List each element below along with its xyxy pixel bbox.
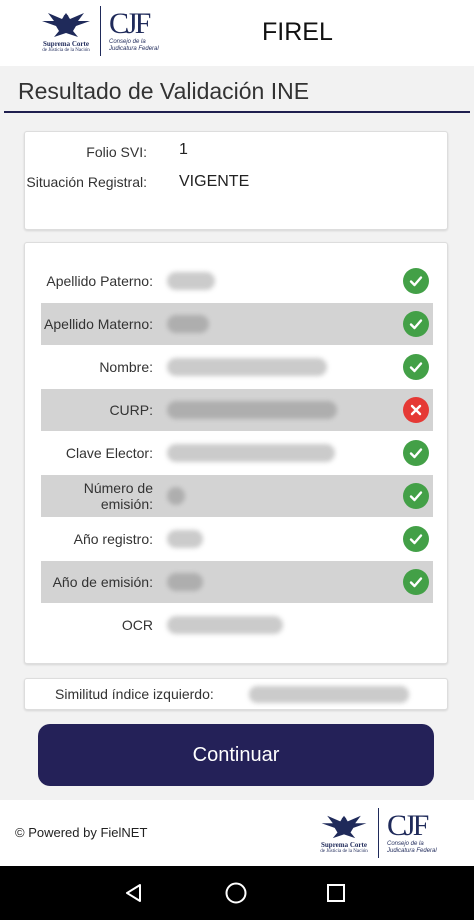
redacted-value xyxy=(167,315,209,333)
powered-by-text: © Powered by FielNET xyxy=(15,825,148,840)
folio-svi-label: Folio SVI: xyxy=(86,144,147,160)
cjf-mark: CJF xyxy=(387,809,429,842)
field-label: CURP: xyxy=(109,402,153,418)
eagle-emblem-icon xyxy=(42,12,90,37)
cjf-logo: CJF Consejo de la Judicatura Federal xyxy=(109,9,159,53)
title-divider xyxy=(4,111,470,113)
cjf-line1: Consejo de la xyxy=(109,39,146,45)
cjf-mark: CJF xyxy=(109,7,151,40)
cjf-line2: Judicatura Federal xyxy=(387,848,437,854)
field-label: Apellido Materno: xyxy=(44,316,153,332)
suprema-corte-subtitle: de Justicia de la Nación xyxy=(42,47,90,53)
field-label: Clave Elector: xyxy=(65,445,153,461)
field-label: Nombre: xyxy=(99,359,153,375)
suprema-corte-name: Suprema Corte xyxy=(43,39,89,48)
field-row-nombre: Nombre: xyxy=(41,346,433,388)
cjf-line1: Consejo de la xyxy=(387,841,424,847)
redacted-value xyxy=(167,358,327,376)
suprema-corte-logo: Suprema Corte de Justicia de la Nación xyxy=(38,9,94,54)
field-row-ocr: OCR xyxy=(41,604,433,646)
field-row-apellido-materno: Apellido Materno: xyxy=(41,303,433,345)
logo-divider xyxy=(378,808,379,858)
redacted-value xyxy=(167,573,203,591)
footer-institution-logos: Suprema Corte de Justicia de la Nación C… xyxy=(316,808,437,858)
redacted-value xyxy=(167,272,215,290)
app-title: FIREL xyxy=(262,18,333,46)
similitud-card: Similitud índice izquierdo: xyxy=(24,678,448,710)
check-circle-icon xyxy=(403,569,429,595)
home-circle-icon[interactable] xyxy=(223,880,249,906)
suprema-corte-subtitle: de Justicia de la Nación xyxy=(320,848,368,854)
field-label: Apellido Paterno: xyxy=(46,273,153,289)
check-circle-icon xyxy=(403,526,429,552)
check-circle-icon xyxy=(403,354,429,380)
validation-fields-card: Apellido Paterno: Apellido Materno: Nomb… xyxy=(24,242,448,664)
situacion-registral-label: Situación Registral: xyxy=(26,174,147,190)
system-navigation-bar xyxy=(0,866,474,920)
redacted-value xyxy=(167,616,283,634)
field-row-numero-emision: Número de emisión: xyxy=(41,475,433,517)
folio-svi-value: 1 xyxy=(179,141,188,158)
app-header: Suprema Corte de Justicia de la Nación C… xyxy=(0,0,474,66)
recents-square-icon[interactable] xyxy=(323,880,349,906)
cjf-line2: Judicatura Federal xyxy=(109,46,159,52)
field-row-curp: CURP: xyxy=(41,389,433,431)
redacted-value xyxy=(167,401,337,419)
eagle-emblem-icon xyxy=(321,815,367,838)
field-row-apellido-paterno: Apellido Paterno: xyxy=(41,260,433,302)
cjf-logo: CJF Consejo de la Judicatura Federal xyxy=(387,811,437,855)
similitud-label: Similitud índice izquierdo: xyxy=(55,686,214,702)
check-circle-icon xyxy=(403,483,429,509)
page-title: Resultado de Validación INE xyxy=(18,78,310,104)
field-row-ano-registro: Año registro: xyxy=(41,518,433,560)
check-circle-icon xyxy=(403,268,429,294)
suprema-corte-name: Suprema Corte xyxy=(321,840,367,849)
back-triangle-icon[interactable] xyxy=(121,880,147,906)
field-label: Número de emisión: xyxy=(83,480,153,512)
field-row-ano-emision: Año de emisión: xyxy=(41,561,433,603)
redacted-value xyxy=(167,530,203,548)
field-row-clave-elector: Clave Elector: xyxy=(41,432,433,474)
logo-divider xyxy=(100,6,101,56)
continue-button[interactable]: Continuar xyxy=(38,724,434,786)
field-label: Año registro: xyxy=(73,531,153,547)
institution-logos: Suprema Corte de Justicia de la Nación C… xyxy=(38,6,159,56)
field-label: Año de emisión: xyxy=(52,574,153,590)
redacted-value xyxy=(167,487,185,505)
situacion-registral-value: VIGENTE xyxy=(179,173,250,190)
x-circle-icon xyxy=(403,397,429,423)
redacted-value xyxy=(249,686,409,703)
check-circle-icon xyxy=(403,311,429,337)
redacted-value xyxy=(167,444,335,462)
svi-card: Folio SVI: 1 Situación Registral: VIGENT… xyxy=(24,131,448,230)
suprema-corte-logo: Suprema Corte de Justicia de la Nación xyxy=(316,812,372,855)
footer: © Powered by FielNET Suprema Corte de Ju… xyxy=(0,800,474,866)
field-label: OCR xyxy=(121,617,153,633)
check-circle-icon xyxy=(403,440,429,466)
